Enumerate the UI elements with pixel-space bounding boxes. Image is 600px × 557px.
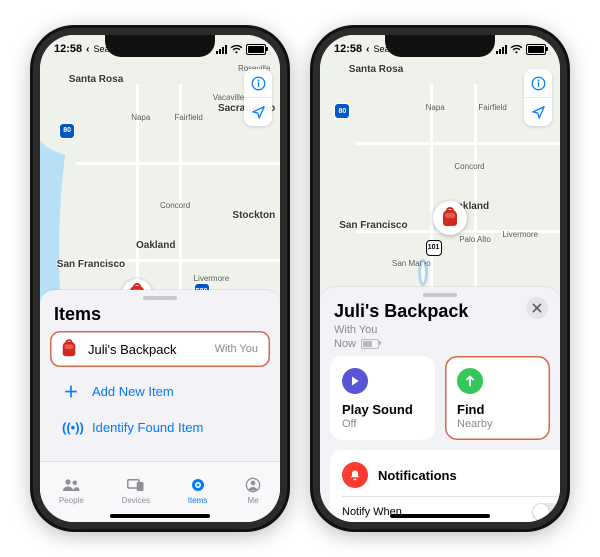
battery-icon xyxy=(526,44,546,55)
map-controls xyxy=(524,69,552,126)
plus-icon: ＋ xyxy=(62,381,80,402)
backpack-icon xyxy=(63,342,76,356)
sheet-grabber[interactable] xyxy=(143,296,177,300)
identify-found-item-button[interactable]: ((•)) Identify Found Item xyxy=(50,416,270,439)
back-chevron-icon[interactable]: ‹ xyxy=(366,44,369,55)
items-sheet[interactable]: Items Juli's Backpack With You ＋ Add New… xyxy=(40,290,280,522)
map-info-button[interactable] xyxy=(244,69,272,97)
tab-me[interactable]: Me xyxy=(245,476,261,505)
items-icon xyxy=(190,476,206,494)
wifi-icon xyxy=(230,45,243,54)
close-button[interactable] xyxy=(526,297,548,319)
backpack-icon xyxy=(443,210,457,226)
tab-devices[interactable]: Devices xyxy=(122,476,150,505)
map-locate-button[interactable] xyxy=(244,97,272,126)
item-detail-sheet[interactable]: Juli's Backpack With You Now Play Sou xyxy=(320,287,560,522)
play-icon xyxy=(342,368,368,394)
signal-icon xyxy=(216,45,227,54)
arrow-up-icon xyxy=(457,368,483,394)
notch xyxy=(385,35,495,57)
sheet-grabber[interactable] xyxy=(423,293,457,297)
radio-waves-icon: ((•)) xyxy=(62,420,80,435)
find-card[interactable]: Find Nearby xyxy=(445,356,550,440)
add-new-item-label: Add New Item xyxy=(92,384,174,399)
item-row[interactable]: Juli's Backpack With You xyxy=(50,331,270,367)
map-locate-button[interactable] xyxy=(524,97,552,126)
status-time: 12:58 xyxy=(334,43,362,55)
tab-bar: People Devices Items Me xyxy=(40,461,280,522)
item-status: With You xyxy=(215,343,258,355)
play-sound-card[interactable]: Play Sound Off xyxy=(330,356,435,440)
wifi-icon xyxy=(510,45,523,54)
current-location-dot xyxy=(421,264,425,282)
devices-icon xyxy=(127,476,145,494)
item-name: Juli's Backpack xyxy=(88,342,203,357)
bell-icon xyxy=(342,462,368,488)
sheet-title: Items xyxy=(54,304,266,325)
airtag-battery-icon xyxy=(361,339,379,349)
map-controls xyxy=(244,69,272,126)
me-icon xyxy=(245,476,261,494)
battery-icon xyxy=(246,44,266,55)
notifications-card[interactable]: Notifications Notify When xyxy=(330,450,560,522)
notch xyxy=(105,35,215,57)
people-icon xyxy=(62,476,80,494)
item-pin[interactable] xyxy=(433,201,467,235)
home-indicator[interactable] xyxy=(390,514,490,518)
identify-label: Identify Found Item xyxy=(92,420,203,435)
tab-people[interactable]: People xyxy=(59,476,84,505)
notify-when-switch[interactable] xyxy=(532,503,560,521)
map-info-button[interactable] xyxy=(524,69,552,97)
back-chevron-icon[interactable]: ‹ xyxy=(86,44,89,55)
detail-title: Juli's Backpack xyxy=(334,301,546,322)
detail-time: Now xyxy=(334,338,356,350)
add-new-item-button[interactable]: ＋ Add New Item xyxy=(50,377,270,406)
tab-items[interactable]: Items xyxy=(188,476,208,505)
detail-status: With You xyxy=(334,324,377,336)
status-time: 12:58 xyxy=(54,43,82,55)
home-indicator[interactable] xyxy=(110,514,210,518)
signal-icon xyxy=(496,45,507,54)
